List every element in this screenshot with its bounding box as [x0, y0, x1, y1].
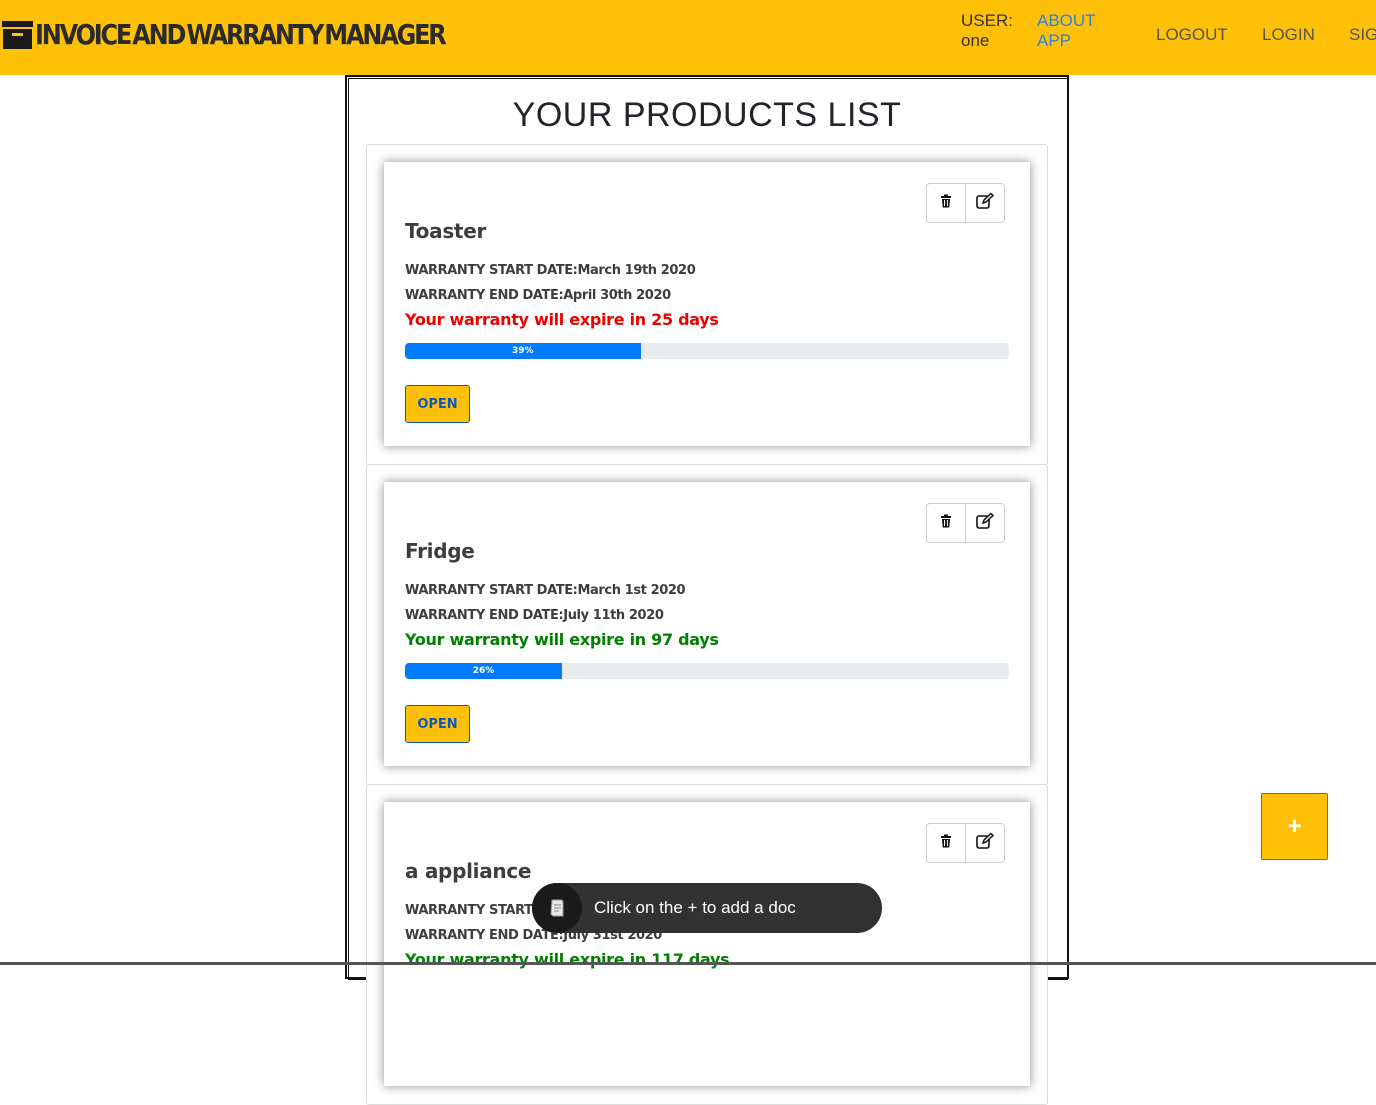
product-card: Toaster WARRANTY START DATE:March 19th 20…	[384, 162, 1030, 446]
product-card-wrapper: Toaster WARRANTY START DATE:March 19th 20…	[366, 144, 1048, 465]
progress-fill: 39%	[405, 343, 641, 359]
add-document-button[interactable]: +	[1261, 793, 1328, 860]
about-line2: APP	[1037, 31, 1072, 50]
edit-icon	[976, 191, 995, 214]
warranty-end-date: WARRANTY END DATE:April 30th 2020	[405, 288, 671, 303]
product-card-wrapper: a appliance WARRANTY START WARRANTY END DA…	[366, 784, 1048, 1105]
product-name: a appliance	[405, 859, 532, 883]
brand[interactable]: INVOICE AND WARRANTY MANAGER	[2, 18, 447, 52]
archive-box-icon	[2, 20, 33, 50]
product-name: Toaster	[405, 219, 487, 243]
warranty-progress-bar: 39%	[405, 343, 1009, 359]
warranty-expiry-notice: Your warranty will expire in 117 days	[405, 950, 730, 969]
nav-logout-link[interactable]: LOGOUT	[1156, 25, 1228, 45]
trash-icon	[939, 834, 953, 853]
progress-fill: 26%	[405, 663, 563, 679]
delete-button[interactable]	[926, 503, 966, 543]
toast-notification: Click on the + to add a doc	[532, 883, 882, 933]
warranty-expiry-notice: Your warranty will expire in 97 days	[405, 630, 719, 649]
warranty-start-date: WARRANTY START	[405, 903, 533, 918]
warranty-progress-bar: 26%	[405, 663, 1009, 679]
product-name: Fridge	[405, 539, 475, 563]
product-card-wrapper: Fridge WARRANTY START DATE:March 1st 2020…	[366, 464, 1048, 785]
warranty-expiry-notice: Your warranty will expire in 25 days	[405, 310, 719, 329]
warranty-start-date: WARRANTY START DATE:March 19th 2020	[405, 263, 696, 278]
about-line1: ABOUT	[1037, 11, 1096, 30]
plus-icon: +	[1287, 812, 1302, 840]
edit-icon	[976, 511, 995, 534]
nav-signup-link[interactable]: SIG	[1349, 25, 1376, 45]
open-button[interactable]: OPEN	[405, 385, 470, 423]
user-name: one	[961, 31, 990, 50]
user-indicator: USER: one	[961, 11, 1013, 51]
open-button[interactable]: OPEN	[405, 705, 470, 743]
user-label: USER:	[961, 11, 1013, 30]
product-card: a appliance WARRANTY START WARRANTY END DA…	[384, 802, 1030, 1086]
nav-login-link[interactable]: LOGIN	[1262, 25, 1315, 45]
document-icon	[532, 883, 582, 933]
trash-icon	[939, 514, 953, 533]
edit-button[interactable]	[965, 823, 1005, 863]
nav-about-app-link[interactable]: ABOUT APP	[1037, 11, 1096, 51]
warranty-start-date: WARRANTY START DATE:March 1st 2020	[405, 583, 686, 598]
product-card: Fridge WARRANTY START DATE:March 1st 2020…	[384, 482, 1030, 766]
edit-button[interactable]	[965, 183, 1005, 223]
toast-text: Click on the + to add a doc	[594, 898, 796, 917]
page-title: YOUR PRODUCTS LIST	[512, 96, 902, 134]
delete-button[interactable]	[926, 183, 966, 223]
edit-icon	[976, 831, 995, 854]
top-navbar: INVOICE AND WARRANTY MANAGER USER: one A…	[0, 0, 1376, 75]
delete-button[interactable]	[926, 823, 966, 863]
warranty-end-date: WARRANTY END DATE:July 11th 2020	[405, 608, 664, 623]
edit-button[interactable]	[965, 503, 1005, 543]
trash-icon	[939, 194, 953, 213]
app-title: INVOICE AND WARRANTY MANAGER	[35, 18, 447, 52]
